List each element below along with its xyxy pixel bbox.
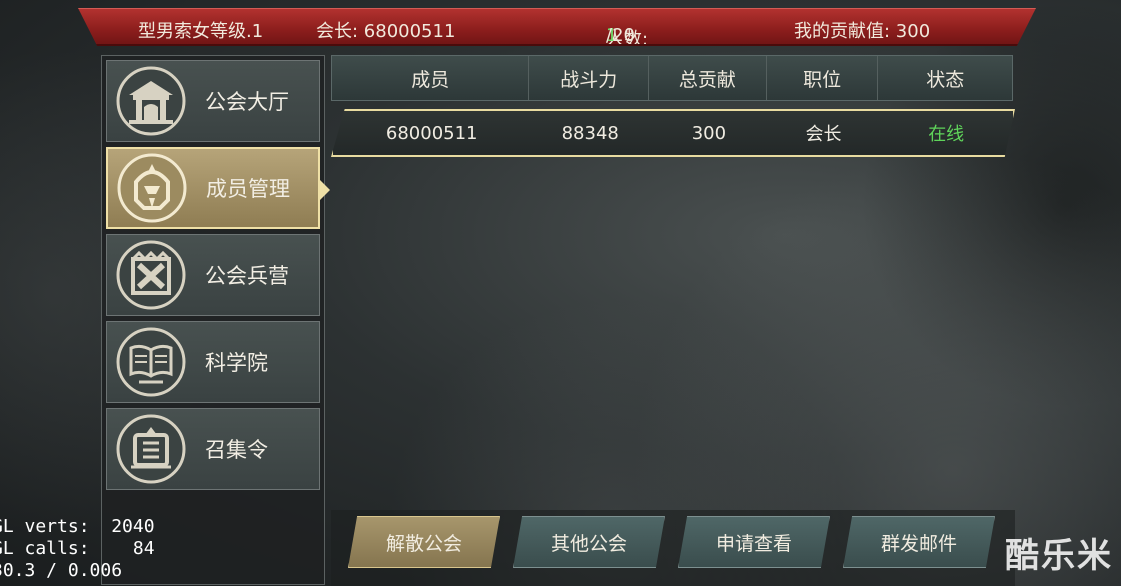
hall-icon	[116, 66, 186, 136]
view-applications-button[interactable]: 申请查看	[678, 516, 830, 568]
debug-line: GL verts: 2040	[0, 516, 155, 537]
column-header-contribution[interactable]: 总贡献	[649, 56, 767, 100]
menu-label-summon-order: 召集令	[205, 438, 268, 462]
cell-position: 会长	[805, 124, 842, 145]
helmet-icon	[117, 153, 187, 223]
watermark-logo: 酷乐米	[1005, 536, 1113, 576]
menu-label-guild-hall: 公会大厅	[205, 90, 289, 114]
debug-stats-overlay: GL verts: 2040 GL calls: 84 30.3 / 0.006	[0, 516, 155, 582]
cell-power: 88348	[561, 122, 619, 144]
menu-label-member-management: 成员管理	[206, 177, 290, 201]
debug-line: 30.3 / 0.006	[0, 560, 123, 581]
barracks-icon	[116, 240, 186, 310]
debug-line: GL calls: 84	[0, 538, 155, 559]
table-row[interactable]: 68000511 88348 300 会长 在线	[331, 109, 1015, 157]
menu-item-academy[interactable]: 科学院	[106, 321, 320, 403]
column-header-power[interactable]: 战斗力	[529, 56, 650, 100]
cell-contribution: 300	[691, 122, 727, 144]
guild-header-banner: 型男索女等级.1 会长: 68000511 人数: 1/20 我的贡献值: 30…	[78, 8, 1036, 46]
menu-item-guild-barracks[interactable]: 公会兵营	[106, 234, 320, 316]
member-count-total: /20	[606, 25, 635, 46]
column-header-member[interactable]: 成员	[332, 56, 530, 100]
book-icon	[116, 327, 186, 397]
menu-item-guild-hall[interactable]: 公会大厅	[106, 60, 320, 142]
my-contribution-label: 我的贡献值: 300	[794, 21, 931, 42]
guild-side-menu: 公会大厅 成员管理 公会兵营 科学院 召集令	[101, 55, 330, 585]
menu-item-summon-order[interactable]: 召集令	[106, 408, 320, 490]
menu-label-academy: 科学院	[205, 351, 268, 375]
column-header-status[interactable]: 状态	[878, 56, 1012, 100]
cell-status: 在线	[928, 124, 965, 145]
summon-icon	[116, 414, 186, 484]
cell-member: 68000511	[385, 122, 478, 144]
column-header-position[interactable]: 职位	[767, 56, 879, 100]
guild-leader-label: 会长: 68000511	[316, 21, 456, 42]
active-pointer-arrow	[320, 180, 330, 200]
menu-label-guild-barracks: 公会兵营	[205, 264, 289, 288]
menu-item-member-management[interactable]: 成员管理	[106, 147, 330, 229]
mass-mail-button[interactable]: 群发邮件	[843, 516, 995, 568]
guild-name-level: 型男索女等级.1	[138, 21, 264, 42]
member-table-header: 成员 战斗力 总贡献 职位 状态	[331, 55, 1013, 101]
other-guilds-button[interactable]: 其他公会	[513, 516, 665, 568]
disband-guild-button[interactable]: 解散公会	[348, 516, 500, 568]
